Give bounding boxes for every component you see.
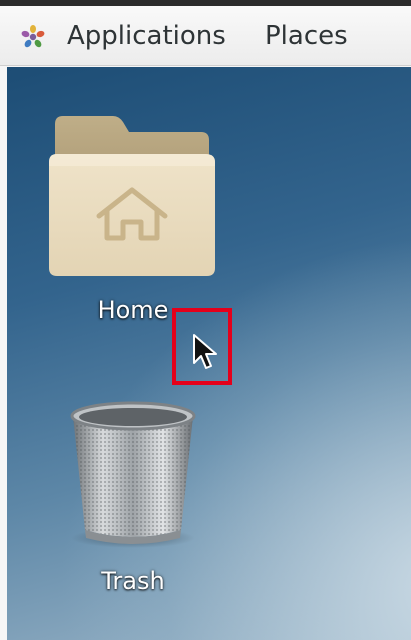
arrow-cursor-icon xyxy=(193,334,217,369)
home-folder-icon xyxy=(49,116,215,276)
trash-icon-label: Trash xyxy=(101,567,165,595)
places-menu[interactable]: Places xyxy=(265,6,348,66)
screen-margin xyxy=(0,67,7,640)
home-desktop-icon[interactable] xyxy=(43,110,223,289)
top-panel: Applications Places xyxy=(0,6,411,66)
trash-bin-icon xyxy=(70,401,196,548)
trash-desktop-icon[interactable] xyxy=(43,392,223,556)
applications-menu-label: Applications xyxy=(67,21,226,51)
places-menu-label: Places xyxy=(265,21,348,51)
gnome-foot-icon xyxy=(21,25,45,48)
screen: Applications Places Home Trash xyxy=(0,0,411,640)
